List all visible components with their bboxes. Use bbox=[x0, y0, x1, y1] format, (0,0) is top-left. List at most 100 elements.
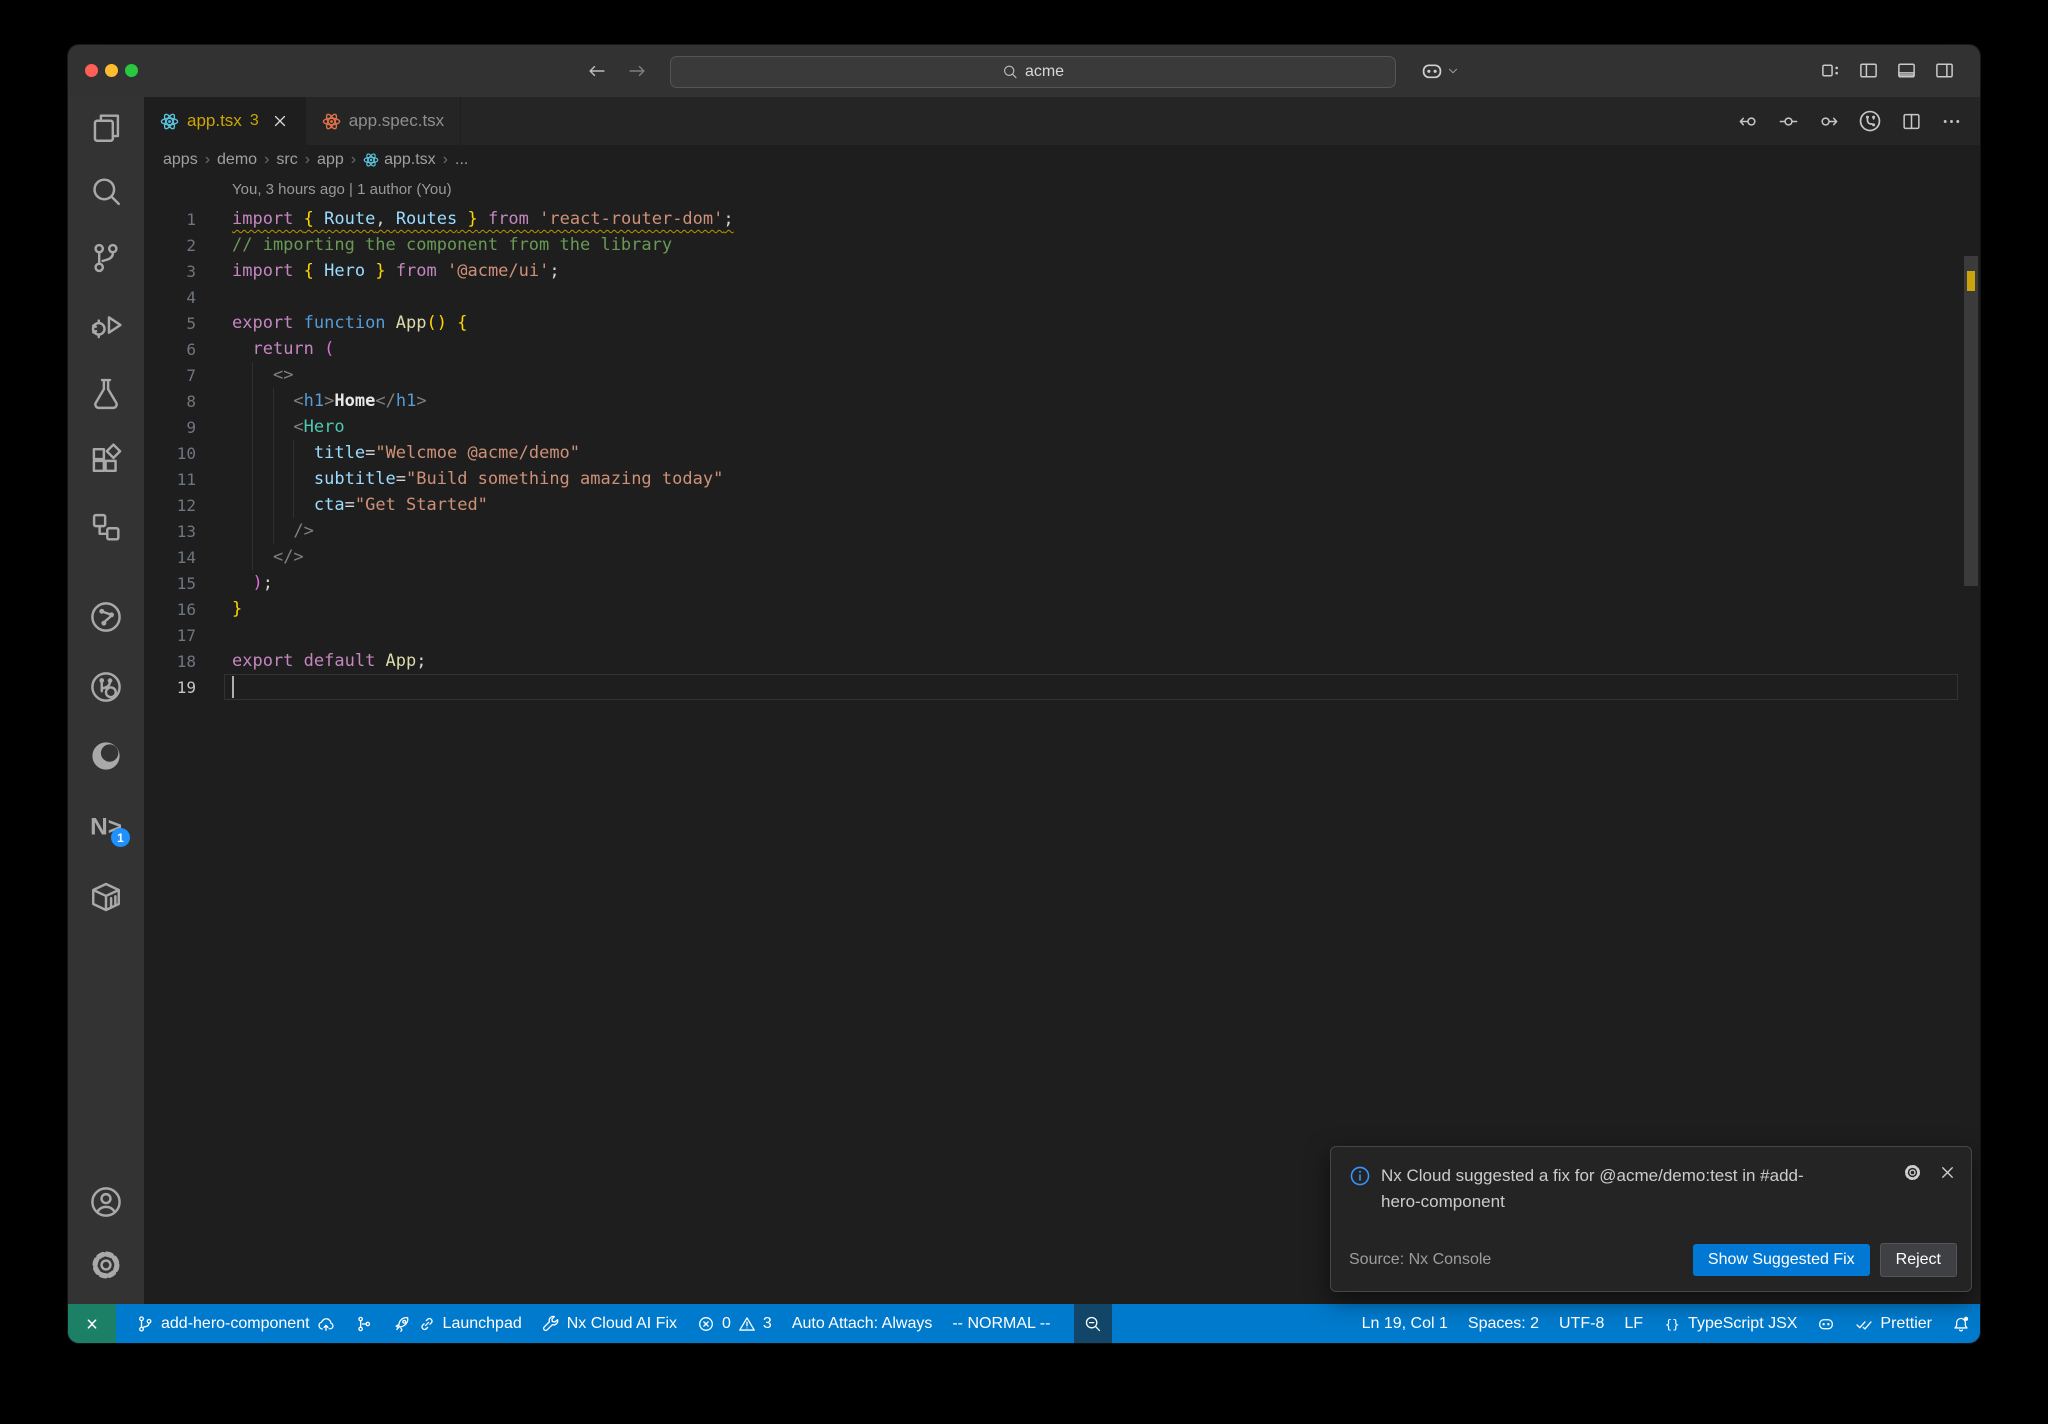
nav-next-icon[interactable] bbox=[1818, 111, 1839, 132]
activity-account[interactable] bbox=[89, 1185, 123, 1219]
code-line-10[interactable]: 10 title="Welcmoe @acme/demo" bbox=[144, 440, 1980, 466]
command-center[interactable]: acme bbox=[670, 56, 1396, 88]
breadcrumb-label: demo bbox=[217, 151, 258, 168]
notification-close-icon[interactable] bbox=[1938, 1163, 1957, 1182]
status-gitlens-launchpad[interactable]: Launchpad bbox=[383, 1304, 532, 1343]
code-line-5[interactable]: 5 export function App() { bbox=[144, 310, 1980, 336]
status-label: Auto Attach: Always bbox=[791, 1314, 933, 1332]
cloud-upload-icon bbox=[317, 1315, 335, 1333]
scrollbar-thumb[interactable] bbox=[1964, 256, 1978, 586]
breadcrumb-item-src[interactable]: src bbox=[276, 151, 297, 169]
window-close-button[interactable] bbox=[85, 64, 98, 77]
editor-actions bbox=[1738, 97, 1962, 145]
activity-search[interactable] bbox=[89, 175, 123, 209]
window-zoom-button[interactable] bbox=[125, 64, 138, 77]
back-icon[interactable] bbox=[587, 61, 607, 81]
code-line-11[interactable]: 11 subtitle="Build something amazing tod… bbox=[144, 466, 1980, 492]
tab-app.spec.tsx[interactable]: app.spec.tsx bbox=[305, 97, 462, 145]
code-line-8[interactable]: 8 <h1>Home</h1> bbox=[144, 388, 1980, 414]
breadcrumb-label: ... bbox=[455, 151, 469, 168]
code-line-13[interactable]: 13 /> bbox=[144, 518, 1980, 544]
code-line-6[interactable]: 6 return ( bbox=[144, 336, 1980, 362]
status-bar-left: add-hero-component Launchpad Nx Cloud AI F… bbox=[68, 1304, 1352, 1343]
forward-icon[interactable] bbox=[627, 61, 647, 81]
status-vim-mode[interactable]: -- NORMAL -- bbox=[942, 1304, 1060, 1343]
line-number: 7 bbox=[186, 365, 196, 385]
activity-run-debug[interactable] bbox=[89, 308, 123, 342]
codelens-blame[interactable]: You, 3 hours ago | 1 author (You) bbox=[232, 181, 452, 198]
status-problems[interactable]: 03 bbox=[687, 1304, 782, 1343]
editor-group: app.tsx 3 app.spec.tsx apps › demo › src › app › a… bbox=[144, 97, 1980, 1304]
status-auto-attach[interactable]: Auto Attach: Always bbox=[782, 1304, 943, 1343]
code-line-9[interactable]: 9 <Hero bbox=[144, 414, 1980, 440]
breadcrumb-item-...[interactable]: ... bbox=[455, 151, 468, 169]
activity-nx-project-graph[interactable] bbox=[89, 600, 123, 634]
notification-settings-icon[interactable] bbox=[1903, 1163, 1922, 1182]
nx-run-icon[interactable] bbox=[1858, 109, 1882, 133]
breadcrumb-item-app.tsx[interactable]: app.tsx bbox=[363, 151, 436, 169]
status-eol[interactable]: LF bbox=[1614, 1304, 1653, 1343]
activity-references[interactable] bbox=[89, 510, 123, 544]
code-line-2[interactable]: 2 // importing the component from the lib… bbox=[144, 232, 1980, 258]
code-line-14[interactable]: 14 </> bbox=[144, 544, 1980, 570]
activity-settings[interactable] bbox=[89, 1248, 123, 1282]
code-line-15[interactable]: 15 ); bbox=[144, 570, 1980, 596]
toggle-primary-sidebar-icon[interactable] bbox=[1858, 60, 1879, 81]
explorer-icon bbox=[89, 111, 123, 145]
code-line-19[interactable]: 19 bbox=[144, 674, 1980, 700]
activity-nx-console[interactable]: N> 1 bbox=[89, 808, 130, 847]
wrench-icon bbox=[542, 1315, 560, 1333]
tab-app.tsx[interactable]: app.tsx 3 bbox=[144, 97, 306, 145]
status-zoom-indicator[interactable] bbox=[1074, 1304, 1113, 1343]
code-line-18[interactable]: 18 export default App; bbox=[144, 648, 1980, 674]
status-cursor-position[interactable]: Ln 19, Col 1 bbox=[1352, 1304, 1458, 1343]
breadcrumb-item-apps[interactable]: apps bbox=[163, 151, 198, 169]
code-line-17[interactable]: 17 bbox=[144, 622, 1980, 648]
layout-customize-icon[interactable] bbox=[1820, 60, 1841, 81]
package-explorer-icon bbox=[89, 880, 123, 914]
status-formatter-prettier[interactable]: Prettier bbox=[1845, 1304, 1942, 1343]
activity-gitlens[interactable] bbox=[89, 670, 123, 704]
activity-extensions[interactable] bbox=[89, 443, 123, 477]
show-suggested-fix-button[interactable]: Show Suggested Fix bbox=[1692, 1244, 1870, 1276]
status-bar-right: Ln 19, Col 1 Spaces: 2 UTF-8 LF {} TypeScript… bbox=[1352, 1304, 1980, 1343]
code-line-3[interactable]: 3 import { Hero } from '@acme/ui'; bbox=[144, 258, 1980, 284]
status-language-mode[interactable]: {} TypeScript JSX bbox=[1653, 1304, 1807, 1343]
more-actions-icon[interactable] bbox=[1941, 111, 1962, 132]
tab-close-icon[interactable] bbox=[271, 112, 289, 130]
status-git-branch[interactable]: add-hero-component bbox=[126, 1304, 345, 1343]
react-icon bbox=[363, 152, 379, 168]
breadcrumb-item-demo[interactable]: demo bbox=[217, 151, 257, 169]
editor-scrollbar[interactable] bbox=[1964, 223, 1978, 1304]
activity-edge-browser[interactable] bbox=[89, 739, 123, 773]
activity-explorer[interactable] bbox=[89, 111, 123, 145]
status-remote-indicator[interactable] bbox=[68, 1304, 116, 1343]
reject-button[interactable]: Reject bbox=[1879, 1243, 1957, 1277]
breadcrumb-item-app[interactable]: app bbox=[317, 151, 344, 169]
nav-previous-icon[interactable] bbox=[1738, 111, 1759, 132]
status-scm-graph[interactable] bbox=[345, 1304, 383, 1343]
status-encoding[interactable]: UTF-8 bbox=[1549, 1304, 1614, 1343]
status-indentation[interactable]: Spaces: 2 bbox=[1458, 1304, 1549, 1343]
testing-icon bbox=[89, 376, 123, 410]
toggle-secondary-sidebar-icon[interactable] bbox=[1934, 60, 1955, 81]
code-line-16[interactable]: 16} bbox=[144, 596, 1980, 622]
split-editor-icon[interactable] bbox=[1901, 111, 1922, 132]
status-copilot-status[interactable] bbox=[1807, 1304, 1845, 1343]
line-number: 12 bbox=[176, 495, 196, 515]
nav-location-icon[interactable] bbox=[1778, 111, 1799, 132]
code-line-4[interactable]: 4 bbox=[144, 284, 1980, 310]
code-line-1[interactable]: 1 import { Route, Routes } from 'react-ro… bbox=[144, 206, 1980, 232]
activity-testing[interactable] bbox=[89, 376, 123, 410]
extensions-icon bbox=[89, 443, 123, 477]
copilot-menu[interactable] bbox=[1420, 59, 1460, 83]
activity-source-control[interactable] bbox=[89, 241, 123, 275]
activity-package-explorer[interactable] bbox=[89, 880, 123, 914]
code-line-12[interactable]: 12 cta="Get Started" bbox=[144, 492, 1980, 518]
code-line-7[interactable]: 7 <> bbox=[144, 362, 1980, 388]
editor[interactable]: You, 3 hours ago | 1 author (You) 1 impor… bbox=[144, 175, 1980, 1304]
status-notifications-bell[interactable] bbox=[1942, 1304, 1980, 1343]
toggle-panel-icon[interactable] bbox=[1896, 60, 1917, 81]
status-nx-cloud-ai-fix[interactable]: Nx Cloud AI Fix bbox=[532, 1304, 687, 1343]
window-minimize-button[interactable] bbox=[105, 64, 118, 77]
